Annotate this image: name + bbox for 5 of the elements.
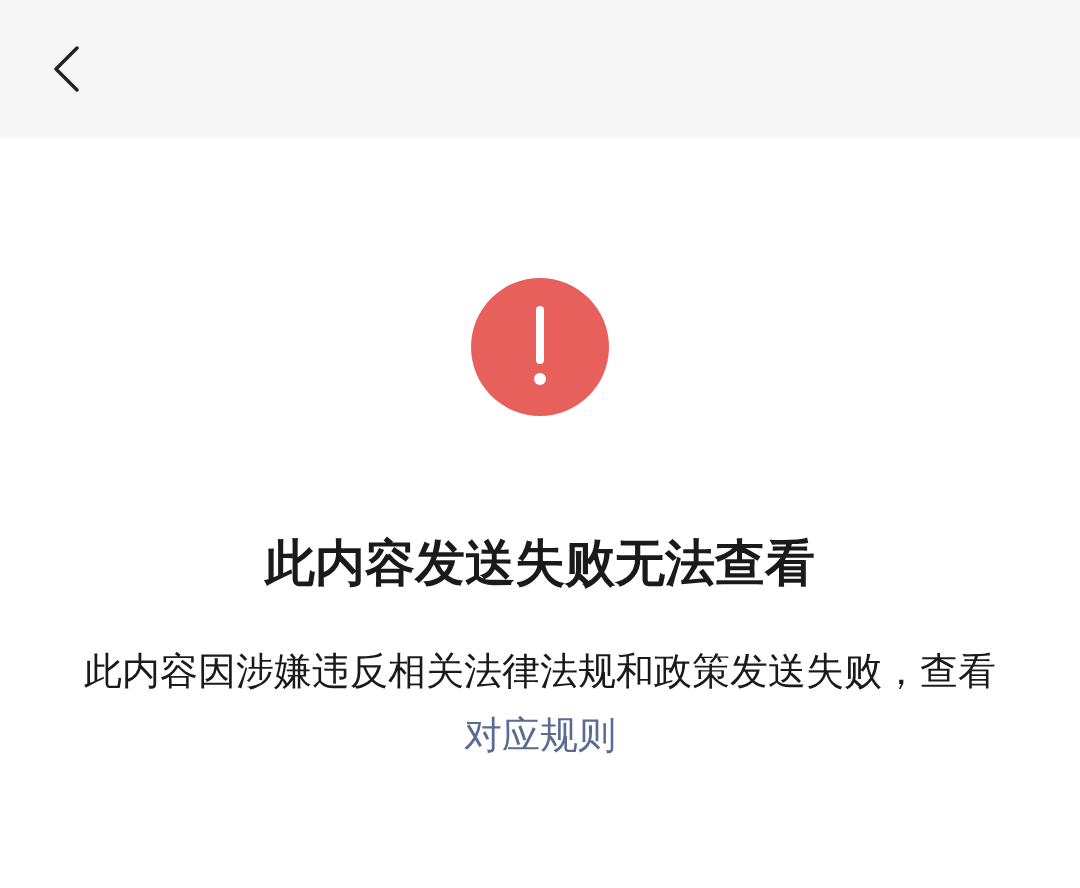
error-message: 此内容因涉嫌违反相关法律法规和政策发送失败，查看 对应规则 [83,648,997,758]
error-title: 此内容发送失败无法查看 [265,534,815,593]
rules-link[interactable]: 对应规则 [464,713,616,756]
back-icon[interactable] [52,46,80,92]
warning-icon [471,278,609,416]
